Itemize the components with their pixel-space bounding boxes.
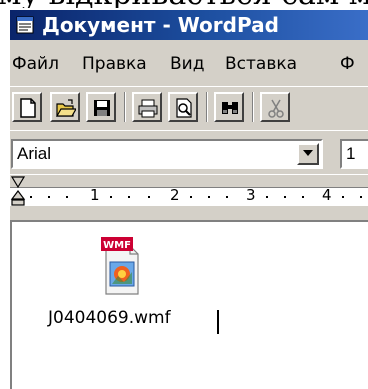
ruler: 1 2 3 4 (10, 174, 368, 221)
text-cursor (217, 310, 219, 334)
format-toolbar: Arial 1 (10, 130, 368, 175)
ruler-tick (66, 196, 68, 198)
chevron-down-icon (303, 150, 313, 156)
print-icon (138, 99, 158, 118)
ruler-tick (128, 196, 130, 198)
print-preview-icon (176, 98, 192, 118)
ruler-tick (30, 196, 32, 198)
ruler-tick (48, 196, 50, 198)
document-area[interactable]: WMF J0404069.wmf (10, 220, 368, 389)
indent-marker-icon[interactable] (10, 175, 26, 207)
print-button[interactable] (132, 92, 162, 122)
wmf-file-icon[interactable]: WMF (100, 236, 142, 298)
ruler-scale: 1 2 3 4 (10, 186, 368, 206)
menu-edit[interactable]: Правка (82, 54, 147, 74)
ruler-tick (284, 196, 286, 198)
ruler-tick (208, 196, 210, 198)
title-bar[interactable]: Документ - WordPad (10, 10, 368, 40)
print-preview-button[interactable] (168, 92, 198, 122)
menu-bar: Файл Правка Вид Вставка Ф (10, 40, 368, 86)
font-name-value: Arial (17, 144, 52, 163)
save-disk-icon (94, 100, 110, 116)
find-binoculars-icon (222, 102, 238, 114)
menu-view[interactable]: Вид (170, 54, 204, 74)
ruler-tick (360, 196, 362, 198)
new-button[interactable] (12, 92, 42, 122)
font-size-value: 1 (346, 144, 356, 163)
cut-button[interactable] (260, 92, 290, 122)
menu-insert[interactable]: Вставка (225, 54, 297, 74)
menu-format[interactable]: Ф (340, 54, 355, 74)
font-name-select[interactable]: Arial (11, 139, 323, 169)
ruler-tick (226, 196, 228, 198)
new-document-icon (20, 98, 36, 118)
open-folder-icon (56, 99, 76, 117)
ruler-tick (302, 196, 304, 198)
ruler-label: 1 (90, 186, 100, 204)
ruler-tick (266, 196, 268, 198)
ruler-label: 3 (246, 186, 256, 204)
toolbar-separator (252, 92, 254, 122)
wordpad-app-icon[interactable] (16, 16, 34, 34)
save-button[interactable] (86, 92, 116, 122)
wmf-badge-label: WMF (103, 240, 131, 251)
ruler-tick (342, 196, 344, 198)
menu-file[interactable]: Файл (12, 54, 59, 74)
embedded-file-name[interactable]: J0404069.wmf (48, 308, 171, 328)
font-dropdown-button[interactable] (297, 143, 319, 165)
find-button[interactable] (214, 92, 244, 122)
font-size-select[interactable]: 1 (340, 139, 368, 169)
standard-toolbar (10, 86, 368, 131)
window-title: Документ - WordPad (42, 13, 279, 37)
ruler-tick (190, 196, 192, 198)
background-text: му відкривається сам м (0, 0, 368, 8)
ruler-label: 4 (322, 186, 332, 204)
toolbar-separator (206, 92, 208, 122)
ruler-label: 2 (170, 186, 180, 204)
open-button[interactable] (50, 92, 80, 122)
background-text-fragment: му відкривається сам м (0, 0, 368, 8)
ruler-tick (148, 196, 150, 198)
wordpad-window: Файл Правка Вид Вставка Ф Arial 1 1 2 3 … (10, 40, 368, 389)
ruler-tick (110, 196, 112, 198)
toolbar-separator (124, 92, 126, 122)
cut-scissors-icon (268, 99, 284, 118)
